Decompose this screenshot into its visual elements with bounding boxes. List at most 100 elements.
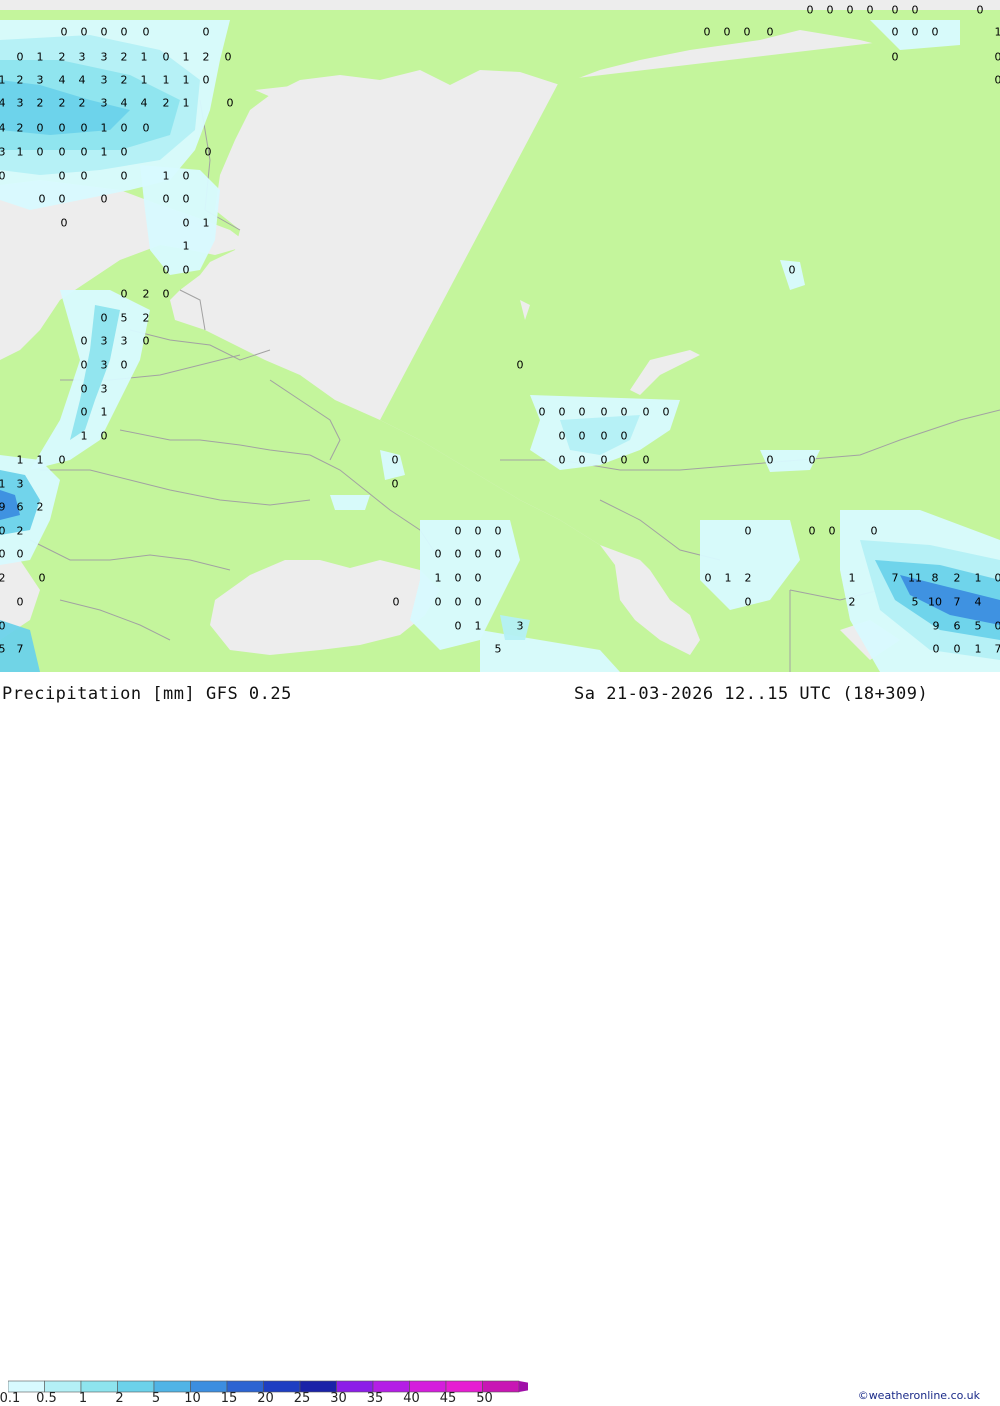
precip-value-label: 0: [61, 27, 68, 38]
precip-value-label: 1: [141, 52, 148, 63]
precip-value-label: 3: [17, 479, 24, 490]
legend-label: 10: [184, 1391, 201, 1406]
precip-value-label: 2: [121, 52, 128, 63]
precip-value-label: 3: [37, 75, 44, 86]
precip-value-label: 0: [643, 455, 650, 466]
precip-value-label: 2: [79, 98, 86, 109]
precip-value-label: 0: [101, 313, 108, 324]
precip-value-label: 0: [912, 27, 919, 38]
precip-value-label: 6: [954, 621, 961, 632]
precip-value-label: 2: [17, 75, 24, 86]
precip-value-label: 1: [975, 573, 982, 584]
precip-value-label: 0: [579, 431, 586, 442]
precip-value-label: 0: [203, 27, 210, 38]
precip-value-label: 0: [829, 526, 836, 537]
precip-value-label: 0: [121, 27, 128, 38]
precip-value-label: 0: [81, 123, 88, 134]
credit-link[interactable]: ©weatheronline.co.uk: [858, 1389, 980, 1402]
precip-value-label: 0: [475, 573, 482, 584]
precip-value-label: 1: [183, 241, 190, 252]
precip-value-label: 3: [101, 336, 108, 347]
precip-value-label: 1: [435, 573, 442, 584]
precip-value-label: 3: [101, 52, 108, 63]
precip-value-label: 0: [59, 455, 66, 466]
precip-value-label: 7: [17, 644, 24, 655]
precip-value-label: 0: [977, 5, 984, 16]
precip-value-label: 0: [455, 597, 462, 608]
precip-value-label: 0: [809, 455, 816, 466]
precip-value-label: 1: [203, 218, 210, 229]
precip-value-label: 0: [143, 123, 150, 134]
precip-value-label: 0: [0, 526, 6, 537]
precip-value-label: 0: [81, 407, 88, 418]
legend-label: 5: [152, 1391, 160, 1406]
precip-value-label: 0: [0, 621, 6, 632]
precip-value-label: 5: [912, 597, 919, 608]
precip-value-label: 2: [143, 289, 150, 300]
precip-value-label: 1: [37, 52, 44, 63]
precip-value-label: 0: [81, 360, 88, 371]
precip-value-label: 0: [59, 147, 66, 158]
precip-value-label: 0: [183, 171, 190, 182]
precip-value-label: 1: [975, 644, 982, 655]
precip-value-label: 9: [933, 621, 940, 632]
precip-value-label: 3: [101, 98, 108, 109]
precip-value-label: 0: [767, 27, 774, 38]
precip-value-label: 0: [789, 265, 796, 276]
precip-value-label: 0: [745, 526, 752, 537]
precip-value-label: 0: [475, 597, 482, 608]
legend-label: 25: [294, 1391, 311, 1406]
precip-value-label: 0: [121, 171, 128, 182]
precip-value-label: 3: [79, 52, 86, 63]
legend-label: 1: [79, 1391, 87, 1406]
precip-value-label: 4: [59, 75, 66, 86]
legend-label: 15: [221, 1391, 238, 1406]
precip-value-label: 0: [579, 455, 586, 466]
precip-value-label: 0: [392, 479, 399, 490]
precip-value-label: 0: [995, 75, 1000, 86]
precip-value-label: 3: [101, 384, 108, 395]
precip-value-label: 0: [81, 27, 88, 38]
precip-value-label: 0: [475, 549, 482, 560]
precip-value-label: 1: [163, 171, 170, 182]
precip-value-label: 1: [995, 27, 1000, 38]
precip-value-label: 3: [101, 360, 108, 371]
precip-value-label: 2: [163, 98, 170, 109]
precip-value-label: 1: [0, 479, 6, 490]
precip-value-label: 0: [933, 644, 940, 655]
precip-value-label: 3: [101, 75, 108, 86]
precip-value-label: 0: [101, 431, 108, 442]
precip-value-label: 0: [601, 407, 608, 418]
legend-label: 2: [115, 1391, 123, 1406]
precip-value-label: 6: [17, 502, 24, 513]
precip-value-label: 0: [995, 573, 1000, 584]
precip-value-label: 0: [539, 407, 546, 418]
precip-value-label: 7: [892, 573, 899, 584]
precip-value-label: 0: [621, 431, 628, 442]
precip-value-label: 0: [621, 407, 628, 418]
precip-value-label: 0: [37, 147, 44, 158]
precip-value-label: 1: [141, 75, 148, 86]
precip-value-label: 4: [121, 98, 128, 109]
precip-value-label: 0: [809, 526, 816, 537]
precip-value-label: 0: [203, 75, 210, 86]
precip-value-label: 5: [495, 644, 502, 655]
precip-value-label: 7: [954, 597, 961, 608]
precip-value-label: 0: [704, 27, 711, 38]
precip-value-label: 0: [892, 27, 899, 38]
precip-value-label: 11: [908, 573, 922, 584]
legend-label: 20: [257, 1391, 274, 1406]
precip-value-label: 4: [79, 75, 86, 86]
precip-value-label: 0: [59, 123, 66, 134]
precip-value-label: 1: [475, 621, 482, 632]
legend-label: 0.5: [36, 1391, 57, 1406]
precip-value-label: 0: [892, 5, 899, 16]
precip-value-label: 1: [183, 52, 190, 63]
precip-value-label: 0: [724, 27, 731, 38]
precipitation-map: 0000000000000000000001233210120010012344…: [0, 0, 1000, 672]
precip-value-label: 1: [101, 123, 108, 134]
precip-value-label: 1: [81, 431, 88, 442]
precip-value-label: 0: [392, 455, 399, 466]
precip-value-label: 1: [37, 455, 44, 466]
precip-value-label: 0: [121, 147, 128, 158]
